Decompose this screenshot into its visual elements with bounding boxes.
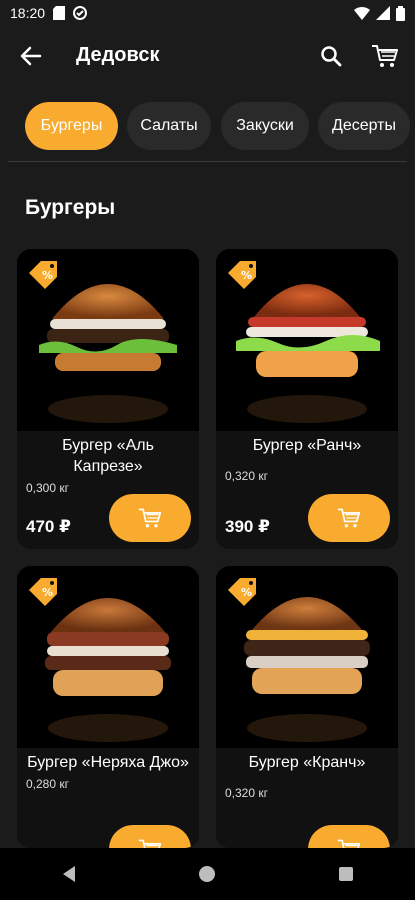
wifi-icon — [354, 7, 370, 20]
arrow-left-icon — [20, 46, 42, 66]
cart-icon — [337, 839, 361, 848]
svg-text:%: % — [241, 269, 252, 282]
product-photo: % — [216, 249, 398, 431]
product-weight: 0,280 кг — [26, 777, 69, 791]
signal-icon — [376, 6, 390, 20]
product-name: Бургер «Аль Капрезе» — [62, 437, 154, 475]
cart-icon — [372, 45, 398, 67]
product-info: Бургер «Кранч» 0,320 кг — [216, 748, 398, 848]
add-to-cart-button[interactable] — [109, 494, 191, 542]
discount-tag-icon: % — [29, 578, 57, 606]
system-nav-bar — [0, 848, 415, 900]
product-name: Бургер «Ранч» — [252, 437, 362, 454]
cart-icon — [138, 508, 162, 528]
nav-recents-button[interactable] — [326, 854, 366, 894]
tab-burgers[interactable]: Бургеры — [25, 102, 118, 150]
category-tabs: Бургеры Салаты Закуски Десерты — [0, 102, 415, 152]
product-weight: 0,300 кг — [26, 481, 69, 495]
back-button[interactable] — [18, 43, 44, 69]
tab-desserts[interactable]: Десерты — [318, 102, 410, 150]
product-info: Бургер «Неряха Джо» 0,280 кг — [17, 748, 199, 848]
product-card[interactable]: % Бургер «Ранч» 0,320 кг 390 ₽ — [216, 249, 398, 549]
product-name: Бургер «Неряха Джо» — [27, 754, 189, 771]
status-bar: 18:20 — [0, 0, 415, 26]
svg-text:%: % — [42, 586, 53, 599]
svg-text:%: % — [42, 269, 53, 282]
sync-icon — [73, 6, 88, 20]
product-info: Бургер «Ранч» 0,320 кг 390 ₽ — [216, 431, 398, 549]
cart-icon — [337, 508, 361, 528]
product-card[interactable]: % Бургер «Неряха Джо» 0,280 кг — [17, 566, 199, 848]
search-icon — [321, 46, 342, 67]
discount-tag-icon: % — [228, 578, 256, 606]
nav-back-button[interactable] — [49, 854, 89, 894]
product-photo: % — [17, 566, 199, 748]
tab-snacks[interactable]: Закуски — [221, 102, 309, 150]
product-weight: 0,320 кг — [225, 786, 268, 800]
triangle-back-icon — [63, 866, 76, 882]
tab-salads[interactable]: Салаты — [127, 102, 211, 150]
product-weight: 0,320 кг — [225, 469, 268, 483]
product-name: Бургер «Кранч» — [248, 754, 366, 771]
app-bar: Дедовск — [0, 26, 415, 86]
tabs-divider — [8, 161, 407, 162]
battery-icon — [396, 5, 405, 21]
add-to-cart-button[interactable] — [308, 825, 390, 848]
product-price: 390 ₽ — [225, 517, 270, 536]
discount-tag-icon: % — [29, 261, 57, 289]
page-title: Дедовск — [76, 44, 160, 66]
product-card[interactable]: % Бургер «Аль Капрезе» 0,300 кг 470 ₽ — [17, 249, 199, 549]
recents-square-icon — [338, 867, 353, 881]
search-button[interactable] — [318, 43, 344, 69]
discount-tag-icon: % — [228, 261, 256, 289]
product-photo: % — [17, 249, 199, 431]
nav-home-button[interactable] — [187, 854, 227, 894]
cart-icon — [138, 839, 162, 848]
home-circle-icon — [199, 866, 216, 882]
product-info: Бургер «Аль Капрезе» 0,300 кг 470 ₽ — [17, 431, 199, 549]
add-to-cart-button[interactable] — [109, 825, 191, 848]
sd-card-icon — [53, 6, 66, 20]
status-time: 18:20 — [10, 5, 46, 21]
section-title: Бургеры — [25, 196, 116, 219]
product-price: 470 ₽ — [26, 517, 71, 536]
product-card[interactable]: % Бургер «Кранч» 0,320 кг — [216, 566, 398, 848]
svg-text:%: % — [241, 586, 252, 599]
product-photo: % — [216, 566, 398, 748]
cart-button[interactable] — [370, 41, 400, 71]
add-to-cart-button[interactable] — [308, 494, 390, 542]
